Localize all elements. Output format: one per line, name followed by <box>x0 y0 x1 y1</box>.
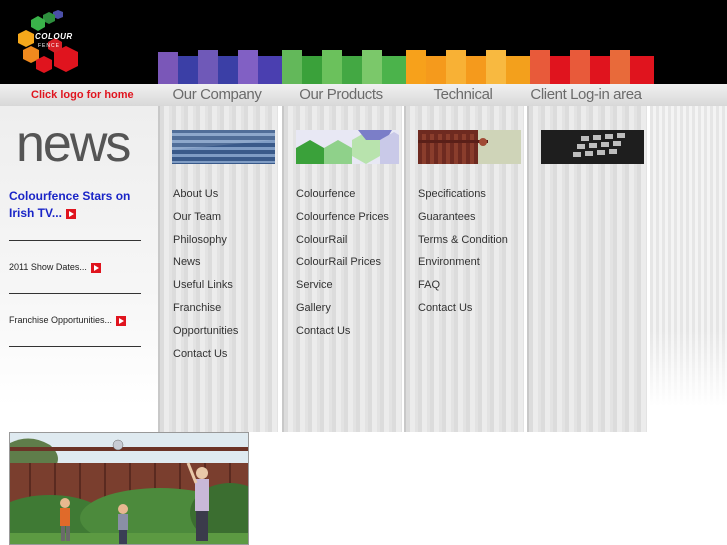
link-about-us[interactable]: About Us <box>173 188 283 211</box>
child-middle <box>118 504 128 544</box>
colour-stripes-banner <box>158 50 654 84</box>
fence-panel-image[interactable] <box>172 130 275 164</box>
colourfence-logo[interactable] <box>14 8 86 76</box>
link-service[interactable]: Service <box>296 279 406 302</box>
fence-post-image[interactable] <box>418 130 521 164</box>
home-link[interactable]: Click logo for home <box>31 89 134 101</box>
link-philosophy[interactable]: Philosophy <box>173 234 283 257</box>
link-colourfence[interactable]: Colourfence <box>296 188 406 211</box>
products-links: Colourfence Colourfence Prices ColourRai… <box>296 188 406 348</box>
link-environment[interactable]: Environment <box>418 256 528 279</box>
news-heading: news <box>16 115 131 173</box>
keypad-image[interactable] <box>541 130 644 164</box>
link-contact-us[interactable]: Contact Us <box>418 302 528 325</box>
link-franchise[interactable]: Franchise <box>173 302 283 325</box>
tab-our-company[interactable]: Our Company <box>158 84 276 108</box>
technical-links: Specifications Guarantees Terms & Condit… <box>418 188 528 325</box>
link-contact-us[interactable]: Contact Us <box>173 348 283 371</box>
link-terms-condition[interactable]: Terms & Condition <box>418 234 528 257</box>
divider <box>9 293 141 294</box>
link-opportunities[interactable]: Opportunities <box>173 325 283 348</box>
garden-photo[interactable] <box>9 432 249 545</box>
play-arrow-icon[interactable] <box>65 208 76 219</box>
tab-our-products[interactable]: Our Products <box>282 84 400 108</box>
news-item-franchise[interactable]: Franchise Opportunities... <box>9 315 127 326</box>
news-item-label: 2011 Show Dates... <box>9 262 87 272</box>
link-news[interactable]: News <box>173 256 283 279</box>
colour-hexagons-image[interactable] <box>296 130 399 164</box>
children-playing-photo <box>10 433 248 544</box>
tab-client-login[interactable]: Client Log-in area <box>527 84 645 108</box>
link-specifications[interactable]: Specifications <box>418 188 528 211</box>
divider <box>9 346 141 347</box>
link-contact-us[interactable]: Contact Us <box>296 325 406 348</box>
play-arrow-icon[interactable] <box>90 262 101 273</box>
news-item-show-dates[interactable]: 2011 Show Dates... <box>9 262 101 273</box>
logo-hexagons-icon <box>18 10 78 73</box>
tab-technical[interactable]: Technical <box>404 84 522 108</box>
link-colourfence-prices[interactable]: Colourfence Prices <box>296 211 406 234</box>
company-links: About Us Our Team Philosophy News Useful… <box>173 188 283 370</box>
divider <box>9 240 141 241</box>
link-gallery[interactable]: Gallery <box>296 302 406 325</box>
logo-subword: FENCE <box>38 43 60 49</box>
child-left <box>60 498 70 541</box>
link-colourrail[interactable]: ColourRail <box>296 234 406 257</box>
link-our-team[interactable]: Our Team <box>173 211 283 234</box>
logo-wordmark: COLOUR <box>35 32 73 41</box>
link-useful-links[interactable]: Useful Links <box>173 279 283 302</box>
news-item-irish-tv[interactable]: Colourfence Stars on Irish TV... <box>9 188 144 222</box>
link-guarantees[interactable]: Guarantees <box>418 211 528 234</box>
right-fade <box>650 330 727 406</box>
play-arrow-icon[interactable] <box>116 315 127 326</box>
link-faq[interactable]: FAQ <box>418 279 528 302</box>
link-colourrail-prices[interactable]: ColourRail Prices <box>296 256 406 279</box>
news-item-label: Franchise Opportunities... <box>9 315 113 325</box>
